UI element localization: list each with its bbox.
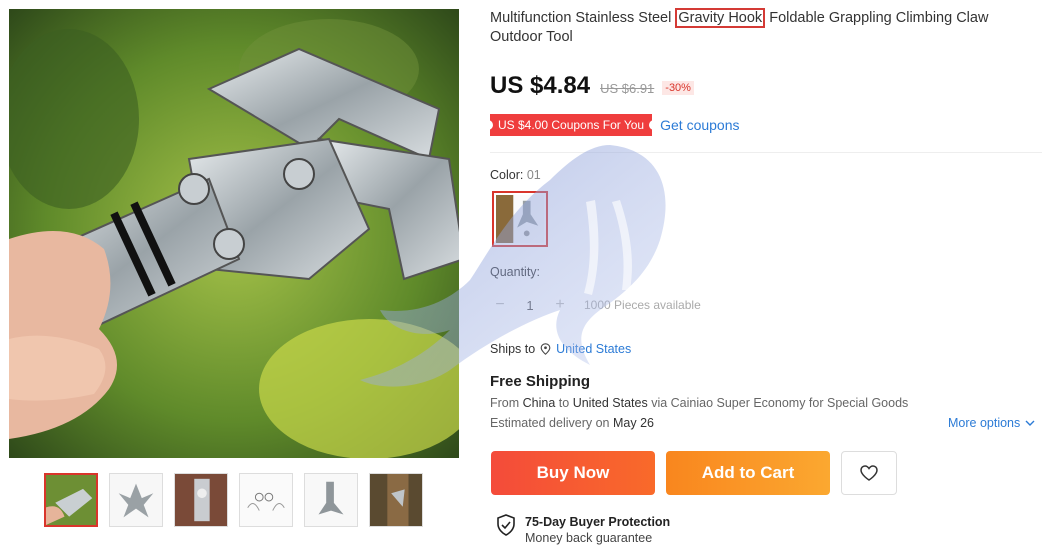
from-prefix: From <box>490 396 523 410</box>
quantity-input[interactable]: 1 <box>510 298 550 313</box>
thumbnail-3[interactable] <box>174 473 228 527</box>
origin-country: China <box>522 396 556 410</box>
current-price: US $4.84 <box>490 72 591 99</box>
protection-title: 75-Day Buyer Protection <box>525 515 671 529</box>
more-options-link[interactable]: More options <box>948 416 1035 430</box>
quantity-increase-button[interactable]: + <box>550 296 570 314</box>
quantity-label: Quantity: <box>490 265 541 279</box>
original-price: US $6.91 <box>600 81 655 96</box>
ship-destination-link[interactable]: United States <box>556 342 631 356</box>
carrier-text: via Cainiao Super Economy for Special Go… <box>647 396 909 410</box>
main-product-image[interactable] <box>9 9 459 458</box>
thumbnail-6[interactable] <box>369 473 423 527</box>
coupon-row: US $4.00 Coupons For You Get coupons <box>486 114 740 136</box>
discount-badge: -30% <box>662 81 694 95</box>
get-coupons-link[interactable]: Get coupons <box>660 117 739 133</box>
thumbnail-2[interactable] <box>109 473 163 527</box>
ships-to-row: Ships to United States <box>490 342 631 356</box>
available-stock: 1000 Pieces available <box>584 298 701 312</box>
title-text-start: Multifunction Stainless Steel <box>490 10 676 26</box>
buy-now-button[interactable]: Buy Now <box>491 451 655 495</box>
price-row: US $4.84 US $6.91 -30% <box>490 72 694 100</box>
shield-check-icon <box>497 514 515 536</box>
more-options-label: More options <box>948 416 1021 430</box>
product-title: Multifunction Stainless Steel Gravity Ho… <box>490 8 1042 47</box>
color-label-text: Color: <box>490 168 524 182</box>
color-value: 01 <box>526 168 541 182</box>
ships-to-label: Ships to <box>490 342 536 356</box>
color-label: Color: 01 <box>490 168 541 182</box>
chevron-down-icon <box>1025 420 1035 426</box>
location-pin-icon <box>540 343 551 355</box>
free-shipping-title: Free Shipping <box>490 373 591 390</box>
thumbnail-5[interactable] <box>304 473 358 527</box>
to-word: to <box>555 396 573 410</box>
divider <box>490 152 1042 153</box>
protection-subtitle: Money back guarantee <box>525 531 653 545</box>
quantity-stepper: − 1 + 1000 Pieces available <box>490 296 701 314</box>
thumbnail-4[interactable] <box>239 473 293 527</box>
shipping-route: From China to United States via Cainiao … <box>490 396 908 410</box>
est-date: May 26 <box>612 416 654 430</box>
buyer-protection: 75-Day Buyer Protection Money back guara… <box>496 514 670 546</box>
add-to-cart-button[interactable]: Add to Cart <box>666 451 830 495</box>
est-prefix: Estimated delivery on <box>490 416 613 430</box>
color-swatch-01[interactable] <box>492 191 548 247</box>
wishlist-button[interactable] <box>841 451 897 495</box>
title-highlight: Gravity Hook <box>675 8 766 28</box>
thumbnail-strip <box>44 473 423 527</box>
quantity-decrease-button[interactable]: − <box>490 296 510 314</box>
estimated-delivery: Estimated delivery on May 26 <box>490 416 654 430</box>
coupon-badge[interactable]: US $4.00 Coupons For You <box>486 114 656 136</box>
thumbnail-1[interactable] <box>44 473 98 527</box>
destination-country: United States <box>572 396 648 410</box>
heart-icon <box>860 465 878 481</box>
